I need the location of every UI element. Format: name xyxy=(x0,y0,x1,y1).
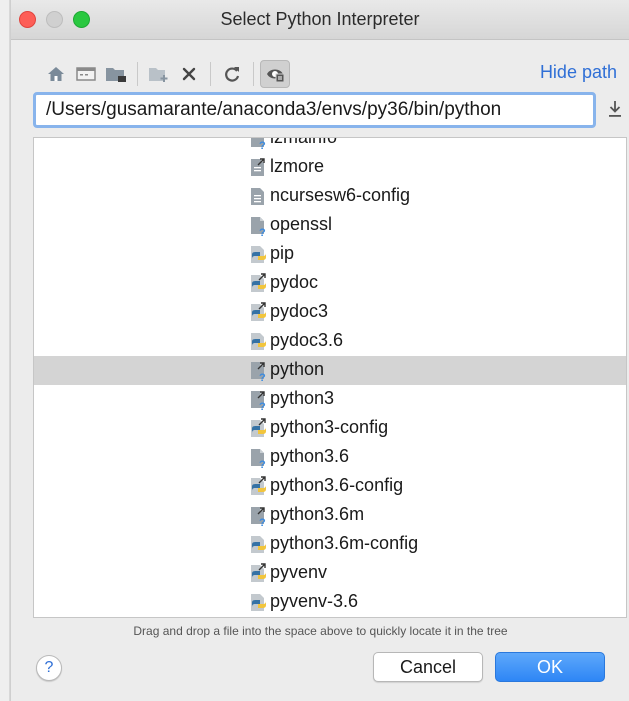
path-input[interactable]: /Users/gusamarante/anaconda3/envs/py36/b… xyxy=(33,92,596,128)
python-file-link-icon xyxy=(248,273,268,295)
toolbar-separator xyxy=(137,62,138,86)
tree-row-label: openssl xyxy=(270,214,333,234)
tree-row[interactable]: pip xyxy=(34,240,626,269)
ok-button[interactable]: OK xyxy=(495,652,605,682)
tree-row[interactable]: ? python3.6 xyxy=(34,443,626,472)
text-file-icon xyxy=(248,186,268,208)
tree-row[interactable]: python3-config xyxy=(34,414,626,443)
help-button[interactable]: ? xyxy=(36,655,62,681)
tree-row-label: pydoc3 xyxy=(270,301,329,321)
text-file-link-icon xyxy=(248,157,268,179)
unknown-file-icon: ? xyxy=(248,138,268,152)
python-file-icon xyxy=(248,534,268,556)
python-file-link-icon xyxy=(248,563,268,585)
dialog-title: Select Python Interpreter xyxy=(220,9,420,29)
tree-row-label: lzmainfo xyxy=(270,137,338,147)
drag-drop-hint: Drag and drop a file into the space abov… xyxy=(133,624,508,638)
tree-row[interactable]: ? lzmainfo xyxy=(34,137,626,153)
svg-text:?: ? xyxy=(259,517,266,527)
tree-row[interactable]: ? python3.6m xyxy=(34,501,626,530)
svg-text:?: ? xyxy=(259,401,266,411)
tree-row-label: python3.6 xyxy=(270,446,350,466)
tree-row-label: pyvenv-3.6 xyxy=(270,591,359,611)
tree-row-label: python3-config xyxy=(270,417,389,437)
cancel-button[interactable]: Cancel xyxy=(373,652,483,682)
home-icon[interactable] xyxy=(41,60,71,88)
tree-row[interactable]: pydoc3 xyxy=(34,298,626,327)
tree-row-label: python3.6m-config xyxy=(270,533,419,553)
tree-row[interactable]: python3.6m-config xyxy=(34,530,626,559)
tree-row[interactable]: pyvenv-3.6 xyxy=(34,588,626,617)
unknown-file-link-icon: ? xyxy=(248,360,268,384)
toolbar-separator xyxy=(210,62,211,86)
tree-row[interactable]: python3.6-config xyxy=(34,472,626,501)
tree-row[interactable]: ? python xyxy=(34,356,626,385)
tree-row[interactable]: pydoc3.6 xyxy=(34,327,626,356)
project-folder-icon[interactable] xyxy=(101,60,131,88)
desktop-icon[interactable] xyxy=(71,60,101,88)
tree-row-label: python3 xyxy=(270,388,335,408)
python-file-icon xyxy=(248,592,268,614)
tree-row-label: python3.6m xyxy=(270,504,365,524)
tree-row[interactable]: ? python3 xyxy=(34,385,626,414)
hide-path-link[interactable]: Hide path xyxy=(540,62,617,83)
tree-row-label: python3.6-config xyxy=(270,475,404,495)
select-interpreter-dialog: Select Python Interpreter Hide path /Use… xyxy=(10,0,629,701)
show-hidden-files-icon[interactable] xyxy=(260,60,290,88)
svg-text:?: ? xyxy=(259,227,266,237)
unknown-file-link-icon: ? xyxy=(248,505,268,529)
tree-row-label: pydoc xyxy=(270,272,319,292)
python-file-link-icon xyxy=(248,302,268,324)
download-arrow-icon[interactable] xyxy=(607,98,623,120)
tree-row-label: ncursesw6-config xyxy=(270,185,411,205)
python-file-icon xyxy=(248,331,268,353)
tree-row[interactable]: lzmore xyxy=(34,153,626,182)
python-file-link-icon xyxy=(248,476,268,498)
tree-row[interactable]: pyvenv xyxy=(34,559,626,588)
refresh-icon[interactable] xyxy=(217,60,247,88)
toolbar-separator xyxy=(253,62,254,86)
background-window-strip xyxy=(0,0,10,701)
tree-row-label: lzmore xyxy=(270,156,325,176)
unknown-file-icon: ? xyxy=(248,215,268,239)
tree-row[interactable]: ncursesw6-config xyxy=(34,182,626,211)
tree-row[interactable]: pydoc xyxy=(34,269,626,298)
delete-icon[interactable] xyxy=(174,60,204,88)
file-tree[interactable]: ? lzmainfo lzmore ncursesw6-config? openssl p… xyxy=(33,137,627,618)
tree-row[interactable]: ? openssl xyxy=(34,211,626,240)
title-bar: Select Python Interpreter xyxy=(11,0,629,40)
unknown-file-icon: ? xyxy=(248,447,268,471)
python-file-link-icon xyxy=(248,418,268,440)
new-folder-icon[interactable] xyxy=(144,60,174,88)
tree-row-label: pydoc3.6 xyxy=(270,330,344,350)
python-file-icon xyxy=(248,244,268,266)
unknown-file-link-icon: ? xyxy=(248,389,268,413)
file-chooser-toolbar: Hide path xyxy=(11,40,629,92)
svg-text:?: ? xyxy=(259,372,266,382)
tree-row-label: python xyxy=(270,359,325,379)
tree-row-label: pip xyxy=(270,243,295,263)
svg-text:?: ? xyxy=(259,459,266,469)
svg-text:?: ? xyxy=(259,140,266,150)
tree-row-label: pyvenv xyxy=(270,562,328,582)
